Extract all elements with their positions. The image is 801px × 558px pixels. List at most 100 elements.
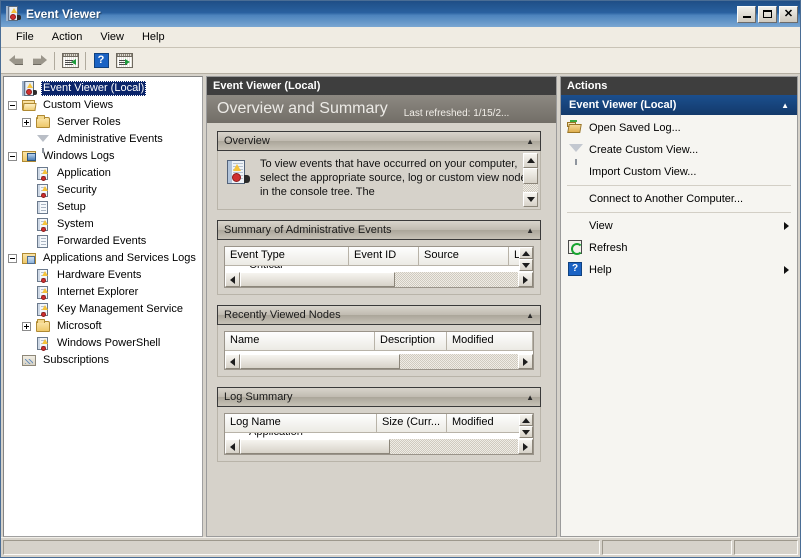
hscroll-track[interactable]	[240, 354, 518, 369]
column-header-modified[interactable]: Modified	[447, 332, 533, 351]
tree-item-administrative-events[interactable]: Administrative Events	[18, 131, 202, 148]
tree-item-forwarded-events[interactable]: Forwarded Events	[18, 233, 202, 250]
hscroll-track[interactable]	[240, 272, 518, 287]
scroll-up-button[interactable]	[519, 247, 533, 259]
console-tree-pane[interactable]: Event Viewer (Local)Custom ViewsServer R…	[3, 76, 203, 537]
submenu-arrow-icon[interactable]	[784, 222, 789, 230]
tree-item-applications-and-services-logs[interactable]: Applications and Services Logs	[4, 250, 202, 267]
collapse-icon[interactable]	[8, 152, 17, 161]
forward-button[interactable]	[28, 50, 50, 72]
tree-item-windows-logs[interactable]: Windows Logs	[4, 148, 202, 165]
tree-item-microsoft[interactable]: Microsoft	[18, 318, 202, 335]
hscroll-track[interactable]	[240, 439, 518, 454]
chevron-up-icon[interactable]: ▲	[526, 226, 534, 235]
hscroll-thumb[interactable]	[240, 272, 395, 287]
actions-separator	[567, 185, 791, 186]
menu-item-file[interactable]: File	[7, 29, 43, 45]
action-item-help[interactable]: ?Help	[561, 259, 797, 281]
menu-item-view[interactable]: View	[91, 29, 133, 45]
hscroll-thumb[interactable]	[240, 439, 390, 454]
actions-group-header[interactable]: Event Viewer (Local) ▲	[561, 95, 797, 115]
action-item-create-custom-view[interactable]: Create Custom View...	[561, 139, 797, 161]
section-overview-header[interactable]: Overview ▲	[217, 131, 541, 151]
expand-icon[interactable]	[22, 322, 31, 331]
action-item-connect-to-another-computer[interactable]: Connect to Another Computer...	[561, 188, 797, 210]
log-summary-vertical-scrollbar[interactable]	[519, 414, 533, 438]
show-hide-console-tree-button[interactable]	[59, 50, 81, 72]
tree-item-label: Key Management Service	[55, 302, 185, 317]
admin-events-vertical-scrollbar[interactable]	[519, 247, 533, 271]
scroll-down-button[interactable]	[519, 259, 533, 271]
section-admin-events-header[interactable]: Summary of Administrative Events ▲	[217, 220, 541, 240]
status-pane-secondary	[602, 540, 732, 555]
tree-item-windows-powershell[interactable]: Windows PowerShell	[18, 335, 202, 352]
overview-scroll-area[interactable]: Overview ▲ To view events that have occu…	[207, 123, 556, 536]
action-item-view[interactable]: View	[561, 215, 797, 237]
subscriptions-icon	[21, 353, 37, 369]
scroll-up-button[interactable]	[523, 153, 538, 168]
column-header-event-id[interactable]: Event ID	[349, 247, 419, 266]
tree-item-internet-explorer[interactable]: Internet Explorer	[18, 284, 202, 301]
show-hide-action-pane-button[interactable]	[113, 50, 135, 72]
tree-item-application[interactable]: Application	[18, 165, 202, 182]
menu-item-action[interactable]: Action	[43, 29, 92, 45]
maximize-button[interactable]	[758, 6, 777, 23]
recently-viewed-horizontal-scrollbar[interactable]	[225, 354, 533, 369]
tree-item-hardware-events[interactable]: Hardware Events	[18, 267, 202, 284]
tree-item-custom-views[interactable]: Custom Views	[4, 97, 202, 114]
scroll-thumb[interactable]	[523, 168, 538, 184]
scroll-left-button[interactable]	[225, 354, 240, 369]
scroll-down-button[interactable]	[519, 426, 533, 438]
chevron-up-icon[interactable]: ▲	[526, 393, 534, 402]
scroll-right-button[interactable]	[518, 439, 533, 454]
tree-item-event-viewer-local[interactable]: Event Viewer (Local)	[4, 80, 202, 97]
scroll-right-button[interactable]	[518, 272, 533, 287]
action-item-open-saved-log[interactable]: Open Saved Log...	[561, 117, 797, 139]
section-log-summary-header[interactable]: Log Summary ▲	[217, 387, 541, 407]
collapse-icon[interactable]	[8, 101, 17, 110]
event-log-icon	[35, 285, 51, 301]
expand-icon[interactable]	[22, 118, 31, 127]
action-item-label: Help	[589, 264, 784, 276]
admin-events-horizontal-scrollbar[interactable]	[225, 272, 533, 287]
column-header-description[interactable]: Description	[375, 332, 447, 351]
tree-item-security[interactable]: Security	[18, 182, 202, 199]
overview-vertical-scrollbar[interactable]	[523, 153, 538, 207]
recently-viewed-nodes-list[interactable]: Name Description Modified	[224, 331, 534, 370]
tree-item-setup[interactable]: Setup	[18, 199, 202, 216]
scroll-down-button[interactable]	[523, 192, 538, 207]
scroll-left-button[interactable]	[225, 272, 240, 287]
log-summary-horizontal-scrollbar[interactable]	[225, 439, 533, 454]
section-recently-viewed-nodes-header[interactable]: Recently Viewed Nodes ▲	[217, 305, 541, 325]
admin-events-list[interactable]: Event Type Event ID Source Lo Critical	[224, 246, 534, 288]
chevron-up-icon[interactable]: ▲	[526, 137, 534, 146]
tree-item-subscriptions[interactable]: Subscriptions	[4, 352, 202, 369]
action-item-refresh[interactable]: Refresh	[561, 237, 797, 259]
column-header-source[interactable]: Source	[419, 247, 509, 266]
menu-item-help[interactable]: Help	[133, 29, 174, 45]
action-item-import-custom-view[interactable]: Import Custom View...	[561, 161, 797, 183]
back-button[interactable]	[5, 50, 27, 72]
help-button[interactable]: ?	[90, 50, 112, 72]
column-header-name[interactable]: Name	[225, 332, 375, 351]
hscroll-thumb[interactable]	[240, 354, 400, 369]
tree-spacer	[22, 271, 31, 280]
folder-open-icon	[21, 98, 37, 114]
chevron-up-icon[interactable]: ▲	[781, 101, 789, 110]
column-header-event-type[interactable]: Event Type	[225, 247, 349, 266]
tree-item-key-management-service[interactable]: Key Management Service	[18, 301, 202, 318]
tree-item-system[interactable]: System	[18, 216, 202, 233]
column-header-size[interactable]: Size (Curr...	[377, 414, 447, 433]
plain-log-icon	[35, 200, 51, 216]
scroll-right-button[interactable]	[518, 354, 533, 369]
column-header-log-name[interactable]: Log Name	[225, 414, 377, 433]
chevron-up-icon[interactable]: ▲	[526, 311, 534, 320]
close-button[interactable]: ✕	[779, 6, 798, 23]
log-summary-list[interactable]: Log Name Size (Curr... Modified Applicat…	[224, 413, 534, 455]
collapse-icon[interactable]	[8, 254, 17, 263]
minimize-button[interactable]	[737, 6, 756, 23]
scroll-up-button[interactable]	[519, 414, 533, 426]
tree-item-server-roles[interactable]: Server Roles	[18, 114, 202, 131]
scroll-left-button[interactable]	[225, 439, 240, 454]
submenu-arrow-icon[interactable]	[784, 266, 789, 274]
